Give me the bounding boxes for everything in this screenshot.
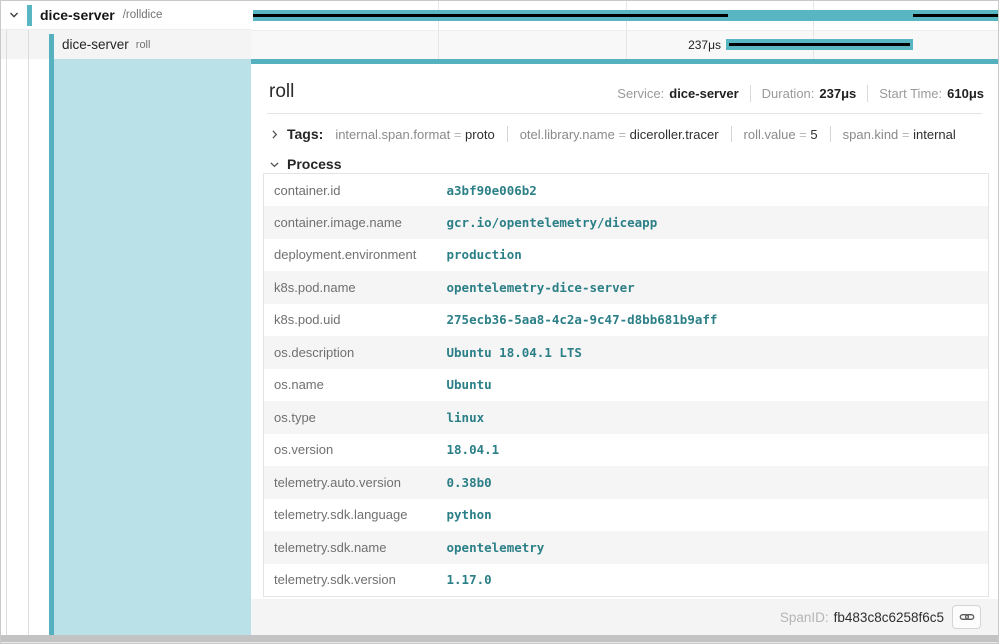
process-value: linux bbox=[442, 401, 989, 434]
process-value: 1.17.0 bbox=[442, 564, 989, 597]
span-bar-stripe bbox=[913, 14, 998, 17]
service-color-bar bbox=[27, 5, 32, 26]
span-operation-name: roll bbox=[136, 39, 151, 51]
selected-span-accent-strip bbox=[49, 34, 54, 635]
span-overview-stats: Service: dice-server Duration: 237μs Sta… bbox=[617, 85, 984, 102]
process-value: opentelemetry bbox=[442, 531, 989, 564]
process-key: telemetry.sdk.name bbox=[264, 531, 442, 564]
tag-key: span.kind bbox=[843, 127, 913, 142]
tag-value: internal bbox=[913, 127, 956, 142]
collapse-chevron-down-icon[interactable] bbox=[8, 9, 20, 21]
span-row-roll-selected[interactable]: dice-server roll bbox=[1, 30, 251, 59]
process-row: k8s.pod.nameopentelemetry-dice-server bbox=[264, 271, 989, 304]
process-value: production bbox=[442, 239, 989, 272]
tags-summary: internal.span.formatproto otel.library.n… bbox=[335, 126, 955, 142]
process-value: gcr.io/opentelemetry/diceapp bbox=[442, 206, 989, 239]
process-key: telemetry.sdk.language bbox=[264, 499, 442, 532]
divider bbox=[830, 126, 831, 142]
process-value: Ubuntu bbox=[442, 369, 989, 402]
duration-value: 237μs bbox=[819, 86, 856, 101]
process-row: telemetry.sdk.nameopentelemetry bbox=[264, 531, 989, 564]
indent-guide-line bbox=[6, 30, 7, 635]
process-key: telemetry.auto.version bbox=[264, 466, 442, 499]
divider bbox=[867, 85, 868, 102]
tag-value: 5 bbox=[810, 127, 817, 142]
tag-key: otel.library.name bbox=[520, 127, 630, 142]
header-divider bbox=[267, 113, 982, 114]
span-id-value: fb483c8c6258f6c5 bbox=[834, 610, 944, 625]
process-row: telemetry.sdk.version1.17.0 bbox=[264, 564, 989, 597]
process-value: python bbox=[442, 499, 989, 532]
row-separator bbox=[251, 30, 999, 31]
process-value: opentelemetry-dice-server bbox=[442, 271, 989, 304]
span-bar-stripe bbox=[253, 14, 728, 17]
chevron-down-icon bbox=[269, 159, 280, 170]
process-row: container.image.namegcr.io/opentelemetry… bbox=[264, 206, 989, 239]
span-id-label: SpanID: bbox=[780, 610, 829, 625]
process-key: container.image.name bbox=[264, 206, 442, 239]
process-table: container.ida3bf90e006b2 container.image… bbox=[263, 173, 989, 597]
process-value: a3bf90e006b2 bbox=[442, 174, 989, 207]
process-value: 275ecb36-5aa8-4c2a-9c47-d8bb681b9aff bbox=[442, 304, 989, 337]
service-label: Service: bbox=[617, 86, 664, 101]
span-bar-stripe bbox=[729, 43, 910, 46]
process-row: os.typelinux bbox=[264, 401, 989, 434]
span-operation-name: /rolldice bbox=[123, 9, 163, 21]
process-row: os.descriptionUbuntu 18.04.1 LTS bbox=[264, 336, 989, 369]
indent-guide-line bbox=[28, 30, 29, 635]
tag-value: diceroller.tracer bbox=[630, 127, 719, 142]
detail-panel-accent-border bbox=[251, 59, 999, 64]
span-detail-footer: SpanID: fb483c8c6258f6c5 bbox=[251, 599, 998, 635]
link-icon bbox=[959, 609, 975, 625]
span-bar-rolldice[interactable] bbox=[253, 10, 998, 21]
process-key: k8s.pod.uid bbox=[264, 304, 442, 337]
tag-key: roll.value bbox=[744, 127, 811, 142]
process-row: os.version18.04.1 bbox=[264, 434, 989, 467]
process-row: k8s.pod.uid275ecb36-5aa8-4c2a-9c47-d8bb6… bbox=[264, 304, 989, 337]
divider bbox=[731, 126, 732, 142]
divider bbox=[507, 126, 508, 142]
process-key: deployment.environment bbox=[264, 239, 442, 272]
process-key: container.id bbox=[264, 174, 442, 207]
process-key: os.description bbox=[264, 336, 442, 369]
tags-section-toggle[interactable]: Tags: internal.span.formatproto otel.lib… bbox=[269, 122, 956, 146]
trace-detail-window: dice-server /rolldice dice-server roll 2… bbox=[0, 0, 999, 644]
window-bottom-edge bbox=[1, 635, 998, 644]
process-key: k8s.pod.name bbox=[264, 271, 442, 304]
span-service-name: dice-server bbox=[62, 37, 129, 52]
process-key: telemetry.sdk.version bbox=[264, 564, 442, 597]
process-key: os.version bbox=[264, 434, 442, 467]
chevron-right-icon bbox=[269, 129, 280, 140]
span-detail-panel: roll Service: dice-server Duration: 237μ… bbox=[251, 64, 998, 599]
process-value: 0.38b0 bbox=[442, 466, 989, 499]
start-time-label: Start Time: bbox=[879, 86, 942, 101]
selected-span-highlight-block bbox=[54, 59, 251, 635]
process-section-label: Process bbox=[287, 156, 341, 172]
process-row: telemetry.sdk.languagepython bbox=[264, 499, 989, 532]
process-key: os.name bbox=[264, 369, 442, 402]
process-value: Ubuntu 18.04.1 LTS bbox=[442, 336, 989, 369]
process-row: os.nameUbuntu bbox=[264, 369, 989, 402]
tag-key: internal.span.format bbox=[335, 127, 465, 142]
divider bbox=[750, 85, 751, 102]
tag-value: proto bbox=[465, 127, 495, 142]
process-value: 18.04.1 bbox=[442, 434, 989, 467]
span-row-rolldice[interactable]: dice-server /rolldice bbox=[1, 1, 251, 30]
span-bar-roll[interactable] bbox=[726, 39, 913, 50]
duration-label: Duration: bbox=[762, 86, 815, 101]
span-duration-label: 237μs bbox=[646, 38, 721, 52]
process-key: os.type bbox=[264, 401, 442, 434]
span-detail-title: roll bbox=[269, 81, 294, 103]
timeline-area: 237μs bbox=[251, 1, 999, 59]
span-service-name: dice-server bbox=[40, 7, 115, 23]
tags-section-label: Tags: bbox=[287, 126, 323, 142]
service-value: dice-server bbox=[669, 86, 738, 101]
process-row: telemetry.auto.version0.38b0 bbox=[264, 466, 989, 499]
deep-link-button[interactable] bbox=[952, 605, 981, 629]
start-time-value: 610μs bbox=[947, 86, 984, 101]
process-row: container.ida3bf90e006b2 bbox=[264, 174, 989, 207]
process-row: deployment.environmentproduction bbox=[264, 239, 989, 272]
